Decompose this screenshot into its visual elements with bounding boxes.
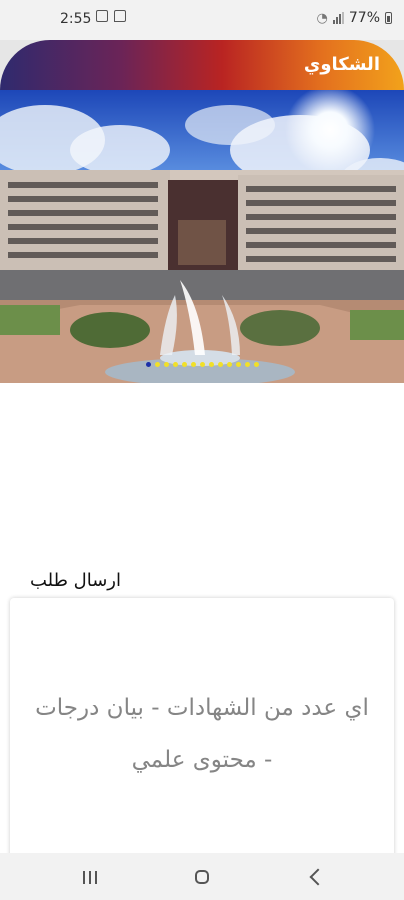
battery-icon [385, 12, 392, 24]
carousel-dot[interactable] [208, 362, 214, 367]
status-left-icons [96, 10, 126, 22]
carousel-dot[interactable] [199, 362, 205, 367]
back-icon [309, 868, 327, 886]
carousel-dot[interactable] [154, 362, 160, 367]
carousel-dot[interactable] [145, 362, 151, 367]
system-nav-bar [0, 853, 404, 900]
section-title: ارسال طلب [29, 570, 121, 591]
recent-apps-button[interactable] [70, 863, 110, 891]
carousel-dot[interactable] [190, 362, 196, 367]
banner-carousel[interactable] [0, 90, 404, 383]
carousel-dot[interactable] [235, 362, 241, 367]
status-right: ◔ 77% [317, 10, 392, 26]
request-card-line-1: اي عدد من الشهادات - بيان درجات [35, 695, 369, 721]
home-button[interactable] [182, 863, 222, 891]
battery-percent: 77% [348, 10, 380, 26]
carousel-dot[interactable] [253, 362, 259, 367]
back-button[interactable] [296, 863, 336, 891]
wifi-icon: ◔ [316, 10, 328, 26]
carousel-dot[interactable] [172, 362, 178, 367]
request-card-text: اي عدد من الشهادات - بيان درجات - محتوى … [14, 682, 390, 786]
carousel-dot[interactable] [226, 362, 232, 367]
request-card[interactable]: اي عدد من الشهادات - بيان درجات - محتوى … [10, 598, 394, 860]
message-icon [114, 10, 126, 22]
signal-icon [332, 12, 344, 24]
request-card-line-2: - محتوى علمي [131, 747, 273, 773]
carousel-dot[interactable] [181, 362, 187, 367]
status-time: 2:55 [60, 11, 92, 27]
home-icon [195, 870, 209, 884]
header-gradient-bar: الشكاوي [0, 40, 404, 90]
app-header: الشكاوي [0, 40, 404, 90]
carousel-dot[interactable] [244, 362, 250, 367]
carousel-indicators [0, 362, 404, 367]
banner-image [0, 90, 404, 383]
carousel-dot[interactable] [163, 362, 169, 367]
image-icon [96, 10, 108, 22]
status-bar: 2:55 ◔ 77% [0, 0, 404, 40]
carousel-dot[interactable] [217, 362, 223, 367]
page-title: الشكاوي [303, 54, 380, 75]
recent-apps-icon [83, 870, 97, 884]
